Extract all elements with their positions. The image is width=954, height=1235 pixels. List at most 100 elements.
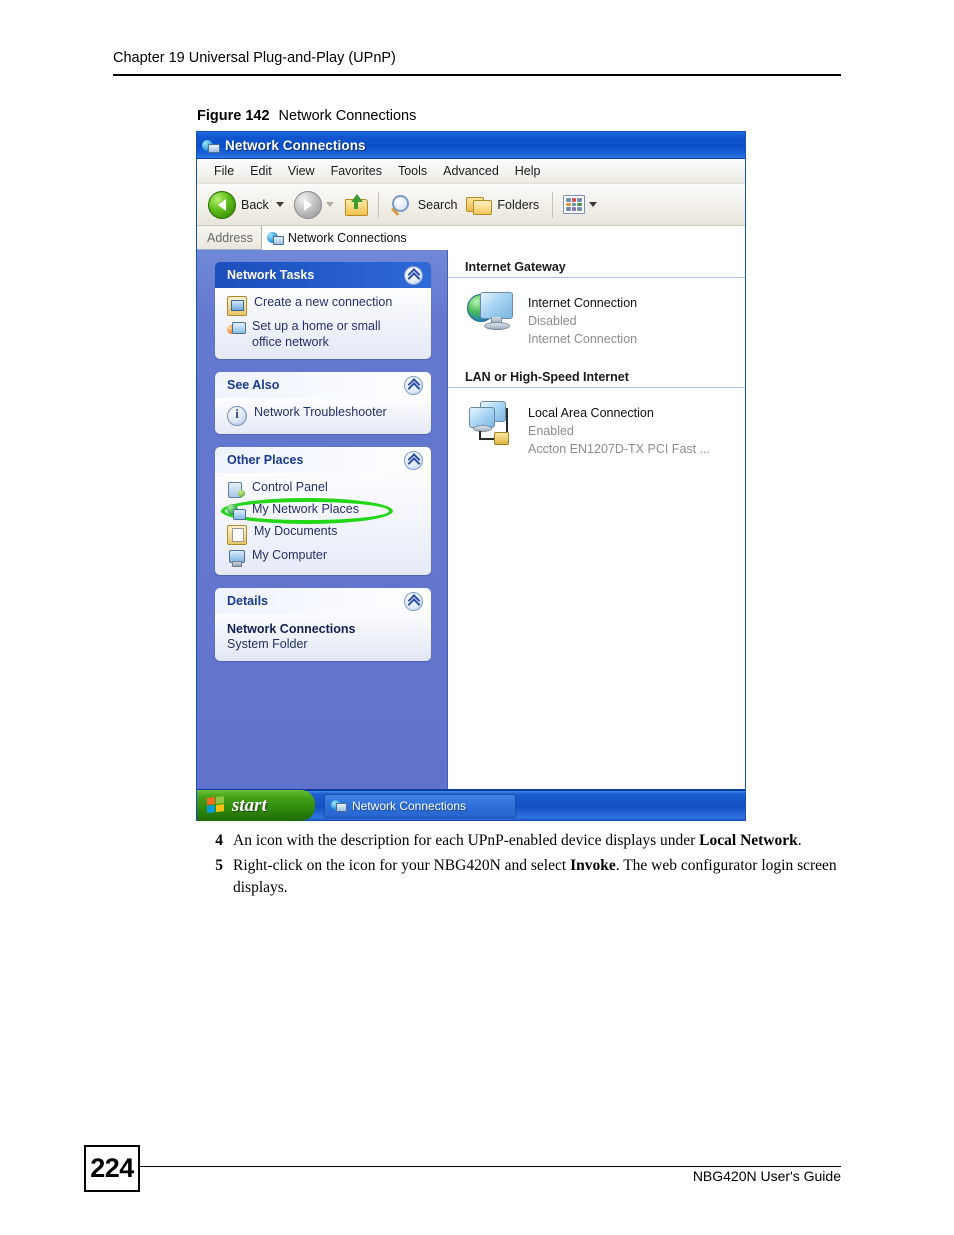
- panel-details: Details Network Connections System Folde…: [215, 588, 431, 662]
- menu-tools[interactable]: Tools: [390, 163, 435, 180]
- forward-dropdown-caret-icon[interactable]: [325, 202, 334, 207]
- chevron-up-icon[interactable]: [404, 265, 423, 285]
- step-text-part: An icon with the description for each UP…: [233, 832, 700, 849]
- step-text-emphasis: Invoke: [570, 857, 616, 874]
- sidebar-item-my-documents[interactable]: My Documents: [227, 524, 423, 546]
- connection-name: Local Area Connection: [528, 406, 654, 420]
- back-button[interactable]: Back: [205, 188, 291, 222]
- step-5: 5 Right-click on the icon for your NBG42…: [197, 855, 847, 899]
- taskbar-item-network-connections[interactable]: Network Connections: [324, 793, 516, 818]
- connection-item-local-area-connection[interactable]: Local Area Connection Enabled Accton EN1…: [448, 398, 745, 458]
- chevron-up-icon[interactable]: [404, 450, 423, 470]
- panel-other-places: Other Places Control Panel My Network Pl…: [215, 447, 431, 576]
- menubar: File Edit View Favorites Tools Advanced …: [197, 159, 745, 184]
- search-button-label: Search: [417, 197, 458, 212]
- chapter-header: Chapter 19 Universal Plug-and-Play (UPnP…: [113, 50, 396, 66]
- connection-device: Accton EN1207D-TX PCI Fast ...: [528, 442, 711, 456]
- connection-item-internet-connection[interactable]: Internet Connection Disabled Internet Co…: [448, 288, 745, 348]
- panel-see-also-header[interactable]: See Also: [215, 372, 431, 399]
- sidebar-item-label: My Network Places: [252, 502, 359, 517]
- menu-advanced[interactable]: Advanced: [435, 163, 507, 180]
- sidebar-item-label: My Documents: [254, 524, 338, 539]
- sidebar: Network Tasks Create a new connection Se…: [197, 250, 448, 790]
- internet-gateway-icon: [466, 288, 518, 338]
- home-network-icon: [227, 320, 246, 338]
- lan-connection-icon: [466, 398, 518, 448]
- control-panel-icon: [227, 481, 245, 499]
- network-connections-icon: [202, 137, 220, 154]
- connection-status: Disabled: [528, 314, 577, 328]
- panel-other-places-header[interactable]: Other Places: [215, 447, 431, 474]
- panel-see-also: See Also Network Troubleshooter: [215, 372, 431, 435]
- start-button[interactable]: start: [197, 790, 315, 821]
- step-number: 5: [215, 857, 223, 874]
- my-network-places-icon: [227, 503, 246, 521]
- sidebar-item-label: Control Panel: [252, 480, 328, 495]
- panel-see-also-title: See Also: [227, 378, 280, 393]
- address-input[interactable]: Network Connections: [260, 225, 745, 250]
- sidebar-item-label: Network Troubleshooter: [254, 405, 387, 420]
- menu-view[interactable]: View: [280, 163, 323, 180]
- connection-text: Internet Connection Disabled Internet Co…: [528, 288, 637, 348]
- toolbar-separator-2: [552, 191, 554, 218]
- views-button[interactable]: [560, 188, 604, 222]
- forward-arrow-icon: [293, 190, 322, 219]
- step-text-part: Right-click on the icon for your NBG420N…: [233, 857, 571, 874]
- header-rule: [113, 74, 841, 76]
- panel-details-title: Details: [227, 594, 268, 609]
- step-text: Right-click on the icon for your NBG420N…: [233, 855, 847, 899]
- panel-network-tasks-body: Create a new connection Set up a home or…: [215, 288, 431, 360]
- menu-edit[interactable]: Edit: [242, 163, 280, 180]
- taskbar-item-label: Network Connections: [352, 798, 467, 813]
- back-arrow-icon: [208, 190, 236, 219]
- figure-caption: Figure 142 Network Connections: [197, 108, 416, 124]
- search-icon: [389, 194, 413, 216]
- address-value: Network Connections: [287, 230, 407, 245]
- page-number-box: 224: [84, 1145, 140, 1192]
- connection-status: Enabled: [528, 424, 574, 438]
- sidebar-item-my-computer[interactable]: My Computer: [227, 548, 423, 568]
- sidebar-item-label: Set up a home or small office network: [252, 319, 381, 349]
- menu-help[interactable]: Help: [507, 163, 549, 180]
- info-icon: [227, 406, 247, 427]
- views-dropdown-caret-icon[interactable]: [589, 202, 598, 207]
- menu-file[interactable]: File: [206, 163, 242, 180]
- steps-list: 4 An icon with the description for each …: [197, 830, 847, 902]
- toolbar-separator-1: [377, 191, 379, 218]
- search-button[interactable]: Search: [386, 188, 464, 222]
- folders-button[interactable]: Folders: [463, 188, 545, 222]
- window-title: Network Connections: [225, 137, 366, 153]
- step-text-emphasis: Local Network: [699, 832, 798, 849]
- sidebar-item-create-new-connection[interactable]: Create a new connection: [227, 295, 423, 316]
- start-button-label: start: [232, 794, 267, 816]
- up-button[interactable]: [341, 188, 371, 222]
- up-folder-icon: [344, 193, 368, 216]
- group-header-internet-gateway: Internet Gateway: [448, 256, 745, 278]
- menu-favorites[interactable]: Favorites: [323, 163, 390, 180]
- address-label: Address: [207, 230, 253, 245]
- chevron-up-icon[interactable]: [404, 591, 423, 611]
- window-titlebar: Network Connections: [197, 132, 745, 159]
- footer-rule: [139, 1166, 841, 1167]
- panel-details-body: Network Connections System Folder: [215, 614, 431, 662]
- forward-button[interactable]: [291, 188, 341, 222]
- sidebar-item-network-troubleshooter[interactable]: Network Troubleshooter: [227, 405, 423, 427]
- panel-details-header[interactable]: Details: [215, 588, 431, 615]
- panel-network-tasks: Network Tasks Create a new connection Se…: [215, 262, 431, 360]
- page-number: 224: [90, 1153, 134, 1183]
- back-dropdown-caret-icon[interactable]: [275, 202, 284, 207]
- sidebar-item-setup-home-network[interactable]: Set up a home or small office network: [227, 319, 423, 350]
- chevron-up-icon[interactable]: [404, 375, 423, 395]
- panel-see-also-body: Network Troubleshooter: [215, 398, 431, 435]
- network-connections-window: Network Connections File Edit View Favor…: [196, 131, 746, 821]
- details-item-title: Network Connections: [227, 622, 356, 637]
- panel-network-tasks-header[interactable]: Network Tasks: [215, 262, 431, 288]
- figure-title: Network Connections: [278, 108, 417, 124]
- toolbar: Back Search Folders: [197, 184, 745, 226]
- sidebar-item-control-panel[interactable]: Control Panel: [227, 480, 423, 499]
- sidebar-item-my-network-places[interactable]: My Network Places: [221, 498, 423, 525]
- address-network-icon: [266, 230, 284, 246]
- step-text-part: .: [797, 832, 802, 849]
- step-4: 4 An icon with the description for each …: [197, 830, 847, 852]
- figure-label: Figure 142: [197, 108, 270, 124]
